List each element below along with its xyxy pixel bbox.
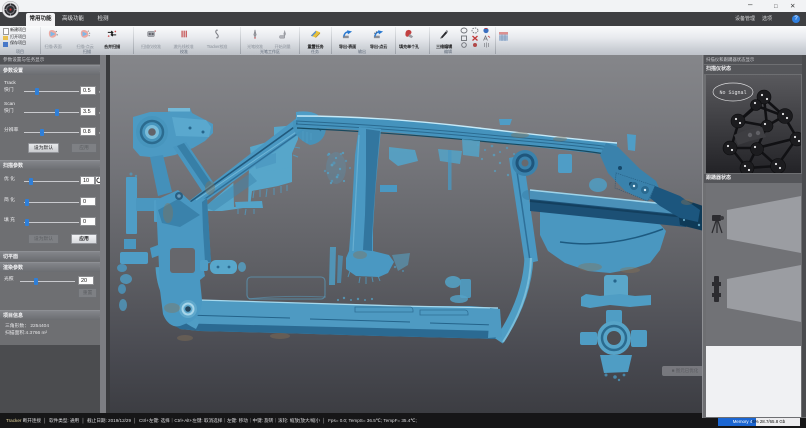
svg-text:No Signal: No Signal bbox=[719, 90, 746, 96]
